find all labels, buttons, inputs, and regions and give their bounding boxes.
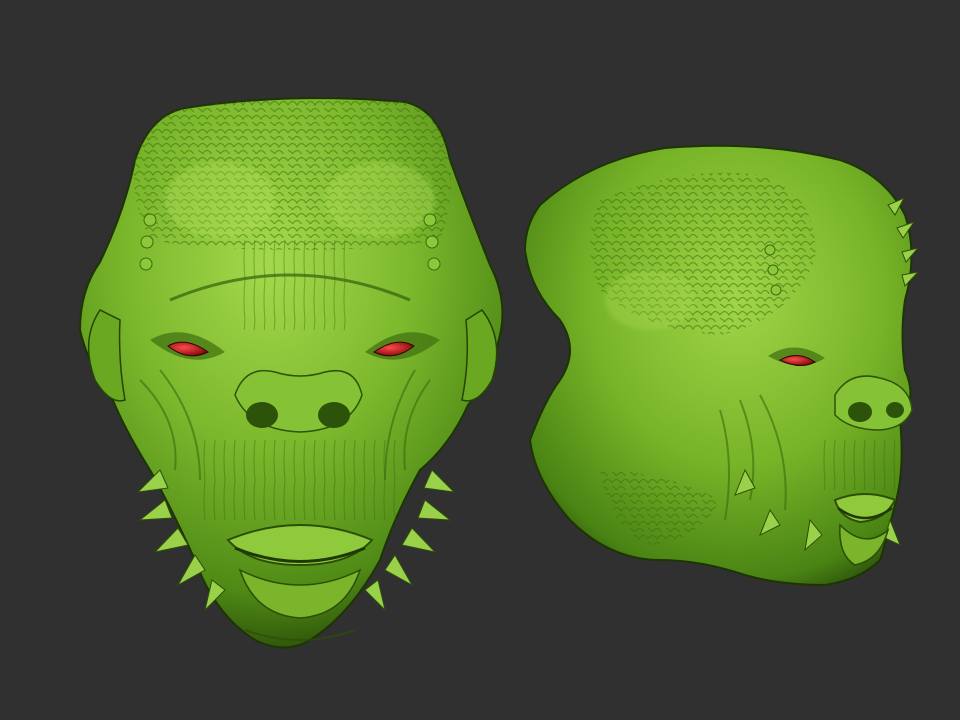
sculpt-canvas bbox=[78, 97, 920, 649]
front-head bbox=[78, 97, 504, 649]
three-quarter-head bbox=[523, 144, 920, 587]
sculpt-viewport[interactable] bbox=[0, 0, 960, 720]
